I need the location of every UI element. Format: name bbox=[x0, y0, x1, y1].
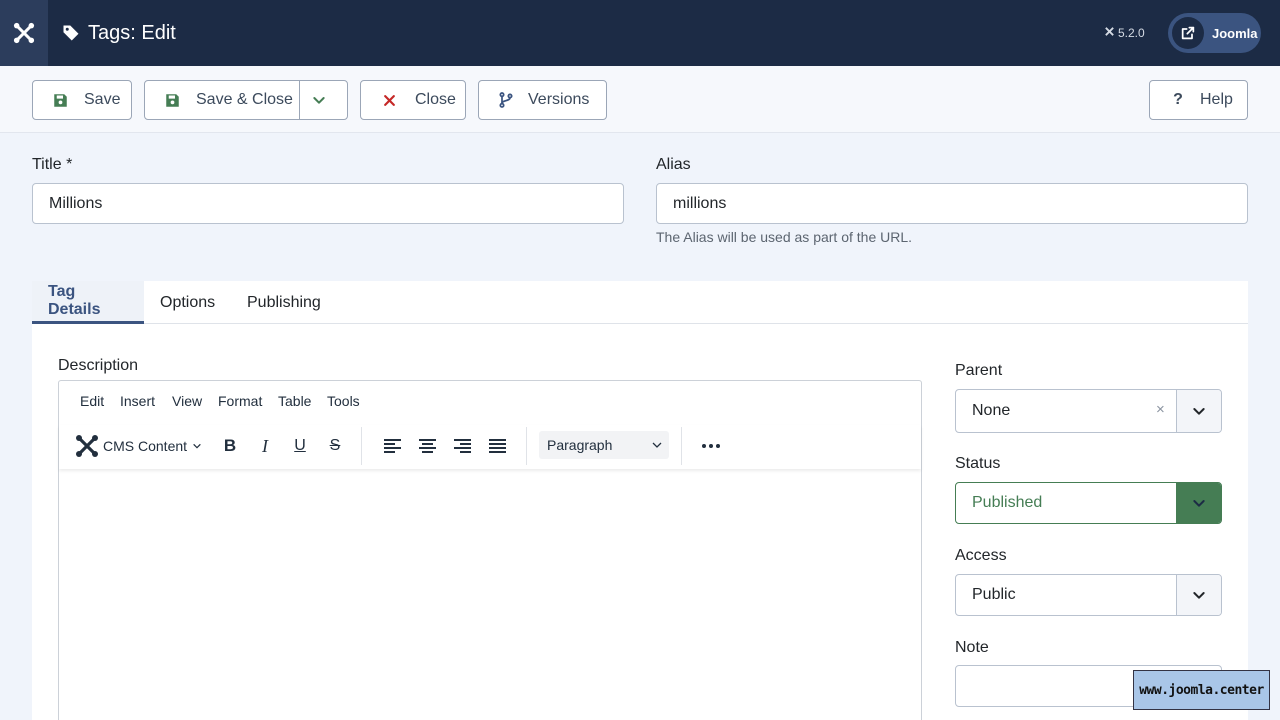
chevron-down-icon bbox=[1176, 575, 1221, 615]
menu-view[interactable]: View bbox=[172, 393, 202, 409]
save-close-button[interactable]: Save & Close bbox=[144, 80, 348, 120]
save-icon bbox=[164, 92, 180, 108]
parent-value: None bbox=[972, 402, 1011, 419]
strikethrough-icon[interactable]: S bbox=[320, 431, 350, 461]
question-icon: ? bbox=[1173, 91, 1183, 108]
alias-hint: The Alias will be used as part of the UR… bbox=[656, 229, 913, 245]
parent-select[interactable]: None × bbox=[955, 389, 1222, 433]
view-site-label: Joomla bbox=[1212, 25, 1258, 41]
access-select[interactable]: Public bbox=[955, 574, 1222, 616]
tab-bar: Tag Details Options Publishing bbox=[32, 281, 1248, 324]
save-button[interactable]: Save bbox=[32, 80, 132, 120]
cms-content-label: CMS Content bbox=[103, 438, 188, 454]
title-input[interactable]: Millions bbox=[32, 183, 624, 224]
toolbar-separator bbox=[681, 427, 682, 465]
close-label: Close bbox=[415, 91, 456, 108]
toolbar-separator bbox=[361, 427, 362, 465]
bold-icon[interactable]: B bbox=[215, 431, 245, 461]
editor-toolbar: CMS Content B I U S Paragraph bbox=[59, 425, 921, 469]
code-branch-icon bbox=[498, 92, 514, 108]
joomla-logo-icon[interactable] bbox=[0, 0, 48, 66]
description-label: Description bbox=[58, 357, 139, 374]
view-site-button[interactable]: Joomla bbox=[1168, 13, 1261, 53]
alias-label: Alias bbox=[656, 156, 691, 173]
menu-edit[interactable]: Edit bbox=[80, 393, 104, 409]
menu-tools[interactable]: Tools bbox=[327, 393, 360, 409]
status-value: Published bbox=[972, 494, 1043, 511]
toolbar-separator bbox=[526, 427, 527, 465]
tab-publishing[interactable]: Publishing bbox=[231, 281, 337, 324]
save-label: Save bbox=[84, 91, 121, 108]
rich-text-editor: Edit Insert View Format Table Tools CMS … bbox=[58, 380, 922, 720]
alias-input[interactable]: millions bbox=[656, 183, 1248, 224]
underline-icon[interactable]: U bbox=[285, 431, 315, 461]
align-right-icon[interactable] bbox=[447, 431, 477, 461]
tab-tag-details[interactable]: Tag Details bbox=[32, 281, 144, 324]
chevron-down-icon bbox=[192, 441, 202, 451]
align-left-icon[interactable] bbox=[377, 431, 407, 461]
chevron-down-icon[interactable] bbox=[311, 92, 327, 113]
page-title-text: Tags: Edit bbox=[88, 21, 176, 44]
close-button[interactable]: Close bbox=[360, 80, 466, 120]
version-indicator: 5.2.0 bbox=[1104, 0, 1145, 66]
joomla-small-icon bbox=[1104, 26, 1115, 40]
menu-format[interactable]: Format bbox=[218, 393, 262, 409]
parent-label: Parent bbox=[955, 362, 1003, 379]
align-center-icon[interactable] bbox=[412, 431, 442, 461]
save-close-label: Save & Close bbox=[196, 91, 293, 108]
chevron-down-icon bbox=[1176, 390, 1221, 432]
italic-icon[interactable]: I bbox=[250, 431, 280, 461]
align-justify-icon[interactable] bbox=[482, 431, 512, 461]
watermark-badge: www.joomla.center bbox=[1133, 670, 1270, 710]
chevron-down-icon bbox=[651, 438, 663, 454]
chevron-down-icon bbox=[1176, 483, 1221, 523]
cms-content-dropdown[interactable]: CMS Content bbox=[75, 431, 205, 461]
help-label: Help bbox=[1200, 91, 1233, 108]
more-icon[interactable] bbox=[696, 431, 726, 461]
menu-table[interactable]: Table bbox=[278, 393, 311, 409]
clear-icon[interactable]: × bbox=[1156, 401, 1165, 418]
title-label: Title * bbox=[32, 156, 73, 173]
external-link-icon bbox=[1172, 17, 1204, 49]
menu-insert[interactable]: Insert bbox=[120, 393, 155, 409]
save-icon bbox=[52, 92, 68, 108]
tab-options[interactable]: Options bbox=[144, 281, 231, 324]
versions-label: Versions bbox=[528, 91, 590, 108]
action-toolbar: Save Save & Close Close Versions ? Help bbox=[0, 66, 1280, 133]
access-value: Public bbox=[972, 586, 1016, 603]
status-label: Status bbox=[955, 455, 1001, 472]
block-format-value: Paragraph bbox=[547, 437, 613, 453]
versions-button[interactable]: Versions bbox=[478, 80, 607, 120]
button-divider bbox=[299, 81, 300, 119]
page-title: Tags: Edit bbox=[62, 0, 176, 66]
joomla-logo-icon bbox=[75, 434, 99, 458]
top-header: Tags: Edit 5.2.0 Joomla bbox=[0, 0, 1280, 66]
version-text: 5.2.0 bbox=[1118, 26, 1145, 40]
block-format-select[interactable]: Paragraph bbox=[539, 431, 669, 459]
close-icon bbox=[381, 92, 397, 108]
status-select[interactable]: Published bbox=[955, 482, 1222, 524]
tag-icon bbox=[62, 24, 80, 42]
help-button[interactable]: ? Help bbox=[1149, 80, 1248, 120]
access-label: Access bbox=[955, 547, 1007, 564]
note-label: Note bbox=[955, 639, 989, 656]
